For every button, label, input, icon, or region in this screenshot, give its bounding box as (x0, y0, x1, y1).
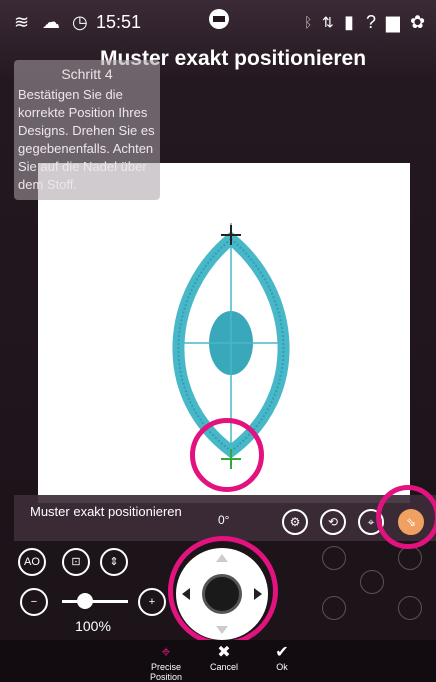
align-center-button[interactable] (360, 570, 384, 594)
precise-position-icon: ⌖ (161, 644, 171, 661)
align-top-right-button[interactable] (398, 546, 422, 570)
panel-label: Muster exakt positionieren (30, 504, 182, 519)
check-icon: ✔ (275, 644, 289, 661)
align-bottom-left-button[interactable] (322, 596, 346, 620)
joystick-highlight-ring (168, 536, 278, 646)
precise-position-label: Precise Position (149, 662, 183, 682)
hint-title: Schritt 4 (61, 66, 113, 82)
rotation-angle: 0° (218, 513, 230, 527)
cloud-icon: ☁ (42, 12, 60, 32)
precise-move-highlight-ring (376, 485, 436, 549)
align-top-left-button[interactable] (322, 546, 346, 570)
cancel-button[interactable]: ✖ Cancel (194, 644, 254, 672)
fit-frame-button[interactable]: ⊡ (62, 548, 90, 576)
zoom-slider[interactable] (62, 600, 128, 603)
clock-icon: ◷ (72, 12, 88, 32)
cancel-label: Cancel (209, 662, 238, 672)
hint-text: Bestätigen Sie die korrekte Position Ihr… (18, 87, 155, 192)
close-icon: ✖ (217, 644, 231, 661)
wifi-icon: ≋ (14, 12, 30, 32)
rotate-settings-button[interactable]: ⚙ (282, 509, 308, 535)
ok-button[interactable]: ✔ Ok (252, 644, 312, 672)
sewing-machine-icon[interactable] (208, 8, 230, 34)
help-icon[interactable]: ? (366, 12, 376, 32)
status-time: 15:51 (96, 12, 142, 32)
auto-center-button[interactable]: AO (18, 548, 46, 576)
footer-bar: ⌖ Precise Position ✖ Cancel ✔ Ok (0, 640, 436, 682)
bluetooth-icon: ᛒ (304, 14, 313, 30)
zoom-out-button[interactable]: − (20, 588, 48, 616)
settings-icon[interactable]: ✿ (410, 12, 425, 32)
align-bottom-right-button[interactable] (398, 596, 422, 620)
manual-icon[interactable]: ▆ (386, 12, 400, 32)
center-needle-button[interactable]: ⇕ (100, 548, 128, 576)
corner-align-button[interactable]: ⟲ (320, 509, 346, 535)
screen: ≋ ☁ ◷ 15:51 ᛒ ⇅ ▮ ? ▆ ✿ Muster exakt pos… (0, 0, 436, 682)
usb-icon: ⇅ (322, 14, 334, 30)
step-hint-tooltip: Schritt 4 Bestätigen Sie die korrekte Po… (14, 60, 160, 200)
status-bar: ≋ ☁ ◷ 15:51 ᛒ ⇅ ▮ ? ▆ ✿ (0, 0, 436, 44)
positioning-panel: Muster exakt positionieren 0° ⚙ ⟲ ⌖ ⇘ (14, 495, 436, 541)
ok-label: Ok (276, 662, 288, 672)
zoom-slider-knob[interactable] (77, 593, 94, 609)
precise-position-button[interactable]: ⌖ Precise Position (136, 644, 196, 682)
zoom-in-button[interactable]: + (138, 588, 166, 616)
needle-highlight-ring (190, 418, 264, 492)
book-icon[interactable]: ▮ (344, 12, 354, 32)
zoom-level: 100% (75, 618, 111, 634)
